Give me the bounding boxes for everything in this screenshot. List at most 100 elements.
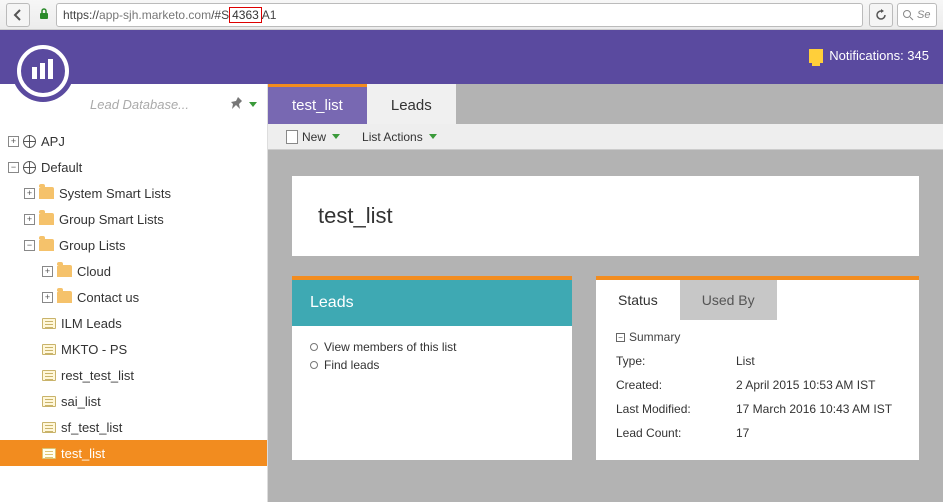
tab-leads[interactable]: Leads xyxy=(367,84,456,124)
collapse-icon: − xyxy=(616,333,625,342)
lock-icon xyxy=(38,7,50,23)
list-icon xyxy=(42,448,56,459)
link-label: View members of this list xyxy=(324,340,457,354)
bullet-icon xyxy=(310,343,318,351)
url-prefix: https:// xyxy=(63,8,99,22)
document-icon xyxy=(286,130,298,144)
tree-test-list[interactable]: test_list xyxy=(0,440,267,466)
tree-mkto-ps[interactable]: MKTO - PS xyxy=(0,336,267,362)
chevron-down-icon xyxy=(429,134,437,139)
tree-label: ILM Leads xyxy=(61,316,122,331)
tree-label: APJ xyxy=(41,134,65,149)
tree-label: rest_test_list xyxy=(61,368,134,383)
page-title-card: test_list xyxy=(292,176,919,256)
bullet-icon xyxy=(310,361,318,369)
list-icon xyxy=(42,318,56,329)
tree-label: Group Smart Lists xyxy=(59,212,164,227)
dropdown-icon[interactable] xyxy=(249,102,257,107)
expand-icon: + xyxy=(42,292,53,303)
expand-icon: + xyxy=(24,188,35,199)
main: test_list Leads New List Actions test_li… xyxy=(268,84,943,502)
browser-search-placeholder: Se xyxy=(917,9,930,21)
tree-contact-us[interactable]: +Contact us xyxy=(0,284,267,310)
list-actions-menu[interactable]: List Actions xyxy=(362,130,437,144)
app-header: Notifications: 345 xyxy=(0,30,943,84)
collapse-icon: − xyxy=(24,240,35,251)
url-bar[interactable]: https:// app-sjh.marketo.com /#S 4363 A1 xyxy=(56,3,863,27)
folder-icon xyxy=(39,187,54,199)
kv-val: List xyxy=(736,354,755,368)
collapse-icon: − xyxy=(8,162,19,173)
expand-icon: + xyxy=(42,266,53,277)
list-icon xyxy=(42,370,56,381)
view-members-link[interactable]: View members of this list xyxy=(310,340,554,354)
kv-key: Last Modified: xyxy=(616,402,736,416)
kv-key: Created: xyxy=(616,378,736,392)
leads-panel: Leads View members of this list Find lea… xyxy=(292,276,572,460)
marketo-logo[interactable] xyxy=(12,40,74,102)
tab-status[interactable]: Status xyxy=(596,280,680,320)
tree-label: test_list xyxy=(61,446,105,461)
kv-val: 17 xyxy=(736,426,749,440)
tree-group-smart-lists[interactable]: + Group Smart Lists xyxy=(0,206,267,232)
tab-test-list[interactable]: test_list xyxy=(268,84,367,124)
notifications-icon xyxy=(809,49,823,63)
tree-system-smart-lists[interactable]: + System Smart Lists xyxy=(0,180,267,206)
summary-label: Summary xyxy=(629,330,680,344)
panels: Leads View members of this list Find lea… xyxy=(292,276,919,460)
globe-icon xyxy=(23,161,36,174)
tree-ilm-leads[interactable]: ILM Leads xyxy=(0,310,267,336)
tree-label: Group Lists xyxy=(59,238,125,253)
kv-type: Type:List xyxy=(616,354,899,368)
tab-label: Used By xyxy=(702,292,755,308)
kv-val: 2 April 2015 10:53 AM IST xyxy=(736,378,875,392)
tree-default[interactable]: −Default xyxy=(0,154,267,180)
list-icon xyxy=(42,344,56,355)
action-label: List Actions xyxy=(362,130,423,144)
tab-label: Status xyxy=(618,292,658,308)
app-body: Lead Database... +APJ −Default +System S… xyxy=(0,84,943,502)
status-panel: Status Used By −Summary Type:List Create… xyxy=(596,276,919,460)
tree-label: sf_test_list xyxy=(61,420,122,435)
page-title: test_list xyxy=(318,203,393,229)
summary-toggle[interactable]: −Summary xyxy=(616,330,899,344)
status-tabs: Status Used By xyxy=(596,280,919,320)
kv-val: 17 March 2016 10:43 AM IST xyxy=(736,402,892,416)
find-leads-link[interactable]: Find leads xyxy=(310,358,554,372)
tree-sai-list[interactable]: sai_list xyxy=(0,388,267,414)
kv-count: Lead Count:17 xyxy=(616,426,899,440)
kv-created: Created:2 April 2015 10:53 AM IST xyxy=(616,378,899,392)
leads-body: View members of this list Find leads xyxy=(292,326,572,398)
tree-group-lists[interactable]: − Group Lists xyxy=(0,232,267,258)
expand-icon: + xyxy=(24,214,35,225)
main-tabs: test_list Leads xyxy=(268,84,943,124)
pin-icon[interactable] xyxy=(229,95,247,113)
tree-rest-test-list[interactable]: rest_test_list xyxy=(0,362,267,388)
tab-used-by[interactable]: Used By xyxy=(680,280,777,320)
search-icon xyxy=(902,9,914,21)
tree-apj[interactable]: +APJ xyxy=(0,128,267,154)
status-body: −Summary Type:List Created:2 April 2015 … xyxy=(596,320,919,460)
new-menu[interactable]: New xyxy=(286,130,340,144)
chevron-down-icon xyxy=(332,134,340,139)
tree: +APJ −Default +System Smart Lists +Group… xyxy=(0,124,267,502)
notifications[interactable]: Notifications: 345 xyxy=(809,48,929,63)
tree-sf-test-list[interactable]: sf_test_list xyxy=(0,414,267,440)
notifications-label: Notifications: 345 xyxy=(829,48,929,63)
back-button[interactable] xyxy=(6,3,30,27)
url-path-before: /#S xyxy=(211,8,229,22)
browser-bar: https:// app-sjh.marketo.com /#S 4363 A1… xyxy=(0,0,943,30)
sidebar: Lead Database... +APJ −Default +System S… xyxy=(0,84,268,502)
tree-label: sai_list xyxy=(61,394,101,409)
leads-heading: Leads xyxy=(292,280,572,326)
kv-key: Type: xyxy=(616,354,736,368)
tree-label: System Smart Lists xyxy=(59,186,171,201)
url-path-after: A1 xyxy=(262,8,277,22)
folder-icon xyxy=(57,265,72,277)
content: test_list Leads View members of this lis… xyxy=(268,150,943,502)
list-icon xyxy=(42,396,56,407)
tree-cloud[interactable]: +Cloud xyxy=(0,258,267,284)
browser-search[interactable]: Se xyxy=(897,3,937,27)
reload-button[interactable] xyxy=(869,3,893,27)
folder-icon xyxy=(39,239,54,251)
